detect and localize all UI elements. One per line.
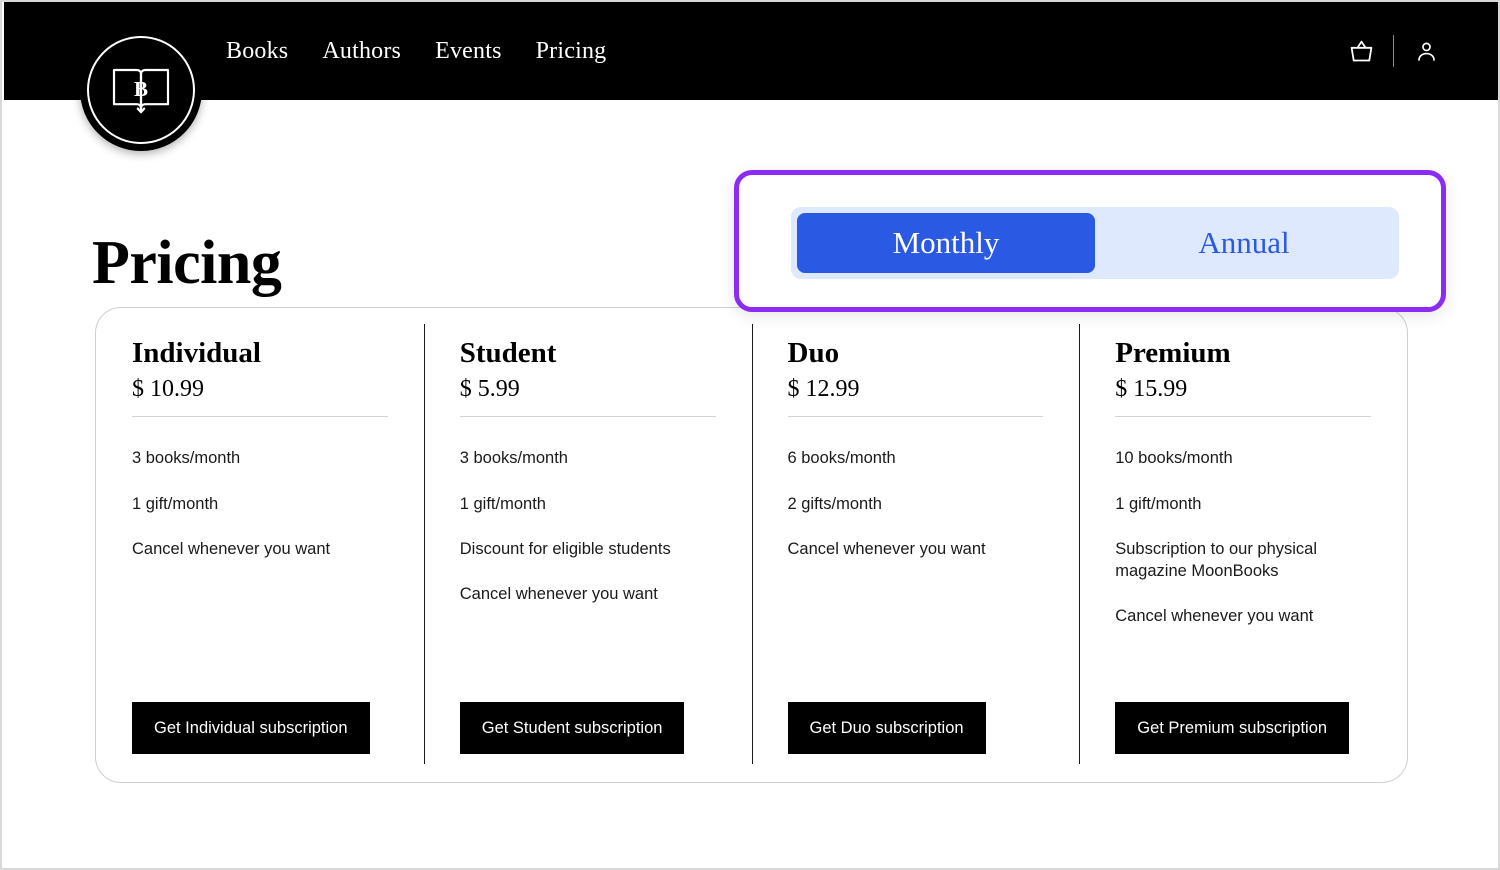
plan-cta-wrap: Get Duo subscription xyxy=(787,702,1044,782)
plan-name: Duo xyxy=(787,337,840,369)
plan-price: $ 5.99 xyxy=(459,375,520,402)
plan-features: 6 books/month 2 gifts/month Cancel whene… xyxy=(788,447,1044,560)
plan-feature: 3 books/month xyxy=(132,449,241,468)
plan-cta-wrap: Get Premium subscription xyxy=(1115,702,1371,782)
header-actions xyxy=(1339,29,1498,73)
plan-feature: Cancel whenever you want xyxy=(132,539,331,558)
plan-feature: 3 books/month xyxy=(459,449,568,468)
billing-toggle-annual[interactable]: Annual xyxy=(1095,213,1393,273)
plan-feature: 1 gift/month xyxy=(459,494,546,513)
plan-feature: 1 gift/month xyxy=(132,494,219,513)
plan-cta-wrap: Get Student subscription xyxy=(459,702,716,782)
nav-item-authors[interactable]: Authors xyxy=(322,38,401,65)
billing-toggle[interactable]: Monthly Annual xyxy=(791,207,1399,279)
plan-features: 10 books/month 1 gift/month Subscription… xyxy=(1115,447,1371,627)
plan-divider xyxy=(132,416,388,418)
plan-feature: Cancel whenever you want xyxy=(1115,607,1314,626)
get-premium-subscription-button[interactable]: Get Premium subscription xyxy=(1115,702,1350,754)
book-logo[interactable]: B xyxy=(80,29,202,151)
plan-feature: 6 books/month xyxy=(787,449,896,468)
plan-cta-wrap: Get Individual subscription xyxy=(132,702,388,782)
logo-ring: B xyxy=(87,36,195,144)
header-divider xyxy=(1393,35,1394,67)
plan-feature: Cancel whenever you want xyxy=(787,539,986,558)
plan-card-individual: Individual $ 10.99 3 books/month 1 gift/… xyxy=(96,308,424,782)
plan-name: Premium xyxy=(1115,337,1231,369)
plan-feature: Discount for eligible students xyxy=(459,539,671,558)
plan-divider xyxy=(459,416,716,418)
plan-price: $ 15.99 xyxy=(1115,375,1188,402)
billing-toggle-monthly[interactable]: Monthly xyxy=(797,213,1095,273)
get-duo-subscription-button[interactable]: Get Duo subscription xyxy=(787,702,986,754)
open-book-icon: B xyxy=(112,68,170,114)
plan-features: 3 books/month 1 gift/month Discount for … xyxy=(460,447,716,605)
main-nav: Books Authors Events Pricing xyxy=(226,38,606,65)
plan-card-student: Student $ 5.99 3 books/month 1 gift/mont… xyxy=(423,308,752,782)
browser-viewport: Books Authors Events Pricing B Pricing M… xyxy=(0,0,1500,870)
site-header: Books Authors Events Pricing xyxy=(4,2,1498,100)
plan-divider xyxy=(1115,416,1371,418)
page-title: Pricing xyxy=(92,228,282,297)
plan-card-premium: Premium $ 15.99 10 books/month 1 gift/mo… xyxy=(1079,308,1407,782)
nav-item-events[interactable]: Events xyxy=(435,38,502,65)
plan-features: 3 books/month 1 gift/month Cancel whenev… xyxy=(132,447,388,560)
plan-card-duo: Duo $ 12.99 6 books/month 2 gifts/month … xyxy=(751,308,1080,782)
plan-feature: Subscription to our physical magazine Mo… xyxy=(1115,539,1318,581)
get-student-subscription-button[interactable]: Get Student subscription xyxy=(459,702,685,754)
logo-letter: B xyxy=(134,77,148,101)
pricing-plans-container: Individual $ 10.99 3 books/month 1 gift/… xyxy=(95,307,1408,783)
plan-price: $ 12.99 xyxy=(787,375,860,402)
billing-toggle-highlight: Monthly Annual xyxy=(734,170,1446,312)
plan-divider xyxy=(787,416,1044,418)
plan-name: Individual xyxy=(132,337,261,369)
plan-name: Student xyxy=(459,337,557,369)
account-icon[interactable] xyxy=(1404,29,1448,73)
nav-item-pricing[interactable]: Pricing xyxy=(536,38,607,65)
plan-feature: 1 gift/month xyxy=(1115,494,1202,513)
plan-feature: 2 gifts/month xyxy=(787,494,882,513)
basket-icon[interactable] xyxy=(1339,29,1383,73)
plan-feature: 10 books/month xyxy=(1115,449,1233,468)
plan-feature: Cancel whenever you want xyxy=(459,585,658,604)
plan-price: $ 10.99 xyxy=(132,375,204,402)
nav-item-books[interactable]: Books xyxy=(226,38,288,65)
get-individual-subscription-button[interactable]: Get Individual subscription xyxy=(132,702,370,754)
